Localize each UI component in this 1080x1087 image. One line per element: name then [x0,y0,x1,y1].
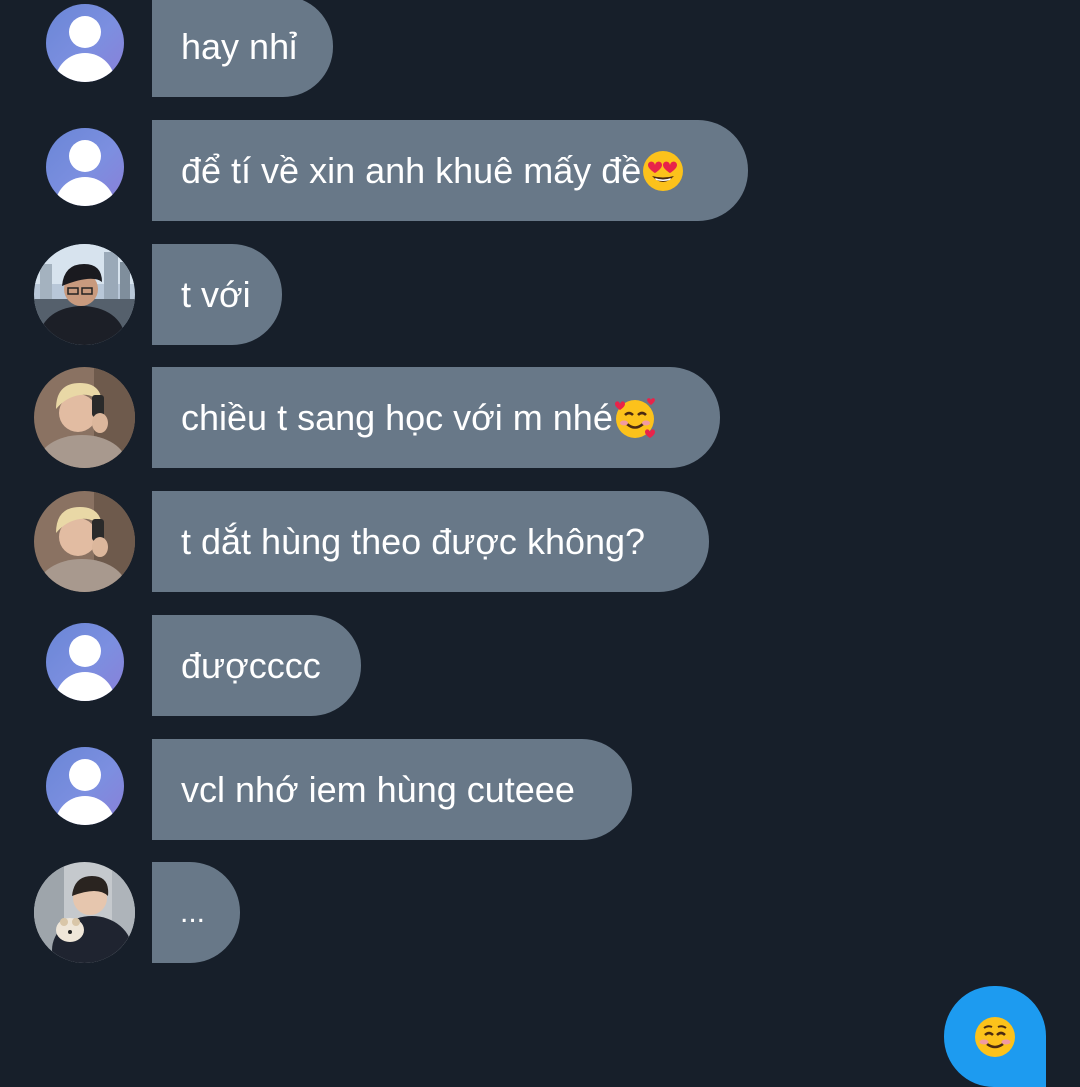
message-text: vcl nhớ iem hùng cuteee [181,768,575,810]
default-avatar[interactable] [46,128,124,206]
message-bubble[interactable]: chiều t sang học với m nhé [152,367,720,468]
avatar-body-shape [55,672,115,701]
message-row: đượcccc [0,615,1080,716]
message-text: t với [181,273,251,315]
default-avatar[interactable] [46,4,124,82]
sent-message-bubble[interactable] [944,986,1046,1087]
smiling-face-with-hearts-emoji-icon [614,397,655,438]
profile-photo-image [34,862,135,963]
message-bubble[interactable]: hay nhỉ [152,0,333,97]
avatar-head-shape [69,635,101,667]
message-row: hay nhỉ [0,0,1080,97]
message-text: để tí về xin anh khuê mấy đề [181,149,642,191]
chat-message-list[interactable]: hay nhỉ để tí về xin anh khuê mấy đề t v… [0,0,1080,1087]
heart-eyes-emoji-icon [643,150,684,191]
message-row: chiều t sang học với m nhé [0,367,1080,468]
default-avatar[interactable] [46,623,124,701]
profile-photo-image [34,367,135,468]
avatar-body-shape [55,53,115,82]
photo-avatar-blonde[interactable] [34,367,135,468]
avatar-body-shape [55,796,115,825]
avatar-head-shape [69,759,101,791]
message-row: để tí về xin anh khuê mấy đề [0,120,1080,221]
message-row: t với [0,244,1080,345]
message-bubble[interactable]: vcl nhớ iem hùng cuteee [152,739,632,840]
default-avatar[interactable] [46,747,124,825]
avatar-head-shape [69,16,101,48]
avatar-head-shape [69,140,101,172]
message-bubble[interactable]: t với [152,244,282,345]
photo-avatar-dog[interactable] [34,862,135,963]
profile-photo-image [34,491,135,592]
message-text: chiều t sang học với m nhé [181,396,613,438]
message-text: t dắt hùng theo được không? [181,520,646,562]
message-text: ... [180,895,206,929]
message-bubble[interactable]: ... [152,862,240,963]
photo-avatar-blonde[interactable] [34,491,135,592]
avatar-body-shape [55,177,115,206]
message-row: vcl nhớ iem hùng cuteee [0,739,1080,840]
message-bubble[interactable]: đượcccc [152,615,361,716]
message-bubble[interactable]: để tí về xin anh khuê mấy đề [152,120,748,221]
message-text: đượcccc [181,644,321,686]
photo-avatar-glasses[interactable] [34,244,135,345]
smiling-face-blush-emoji-icon [975,1016,1015,1057]
message-row: t dắt hùng theo được không? [0,491,1080,592]
message-text: hay nhỉ [181,25,298,67]
message-bubble[interactable]: t dắt hùng theo được không? [152,491,709,592]
profile-photo-image [34,244,135,345]
message-row: ... [0,862,1080,963]
